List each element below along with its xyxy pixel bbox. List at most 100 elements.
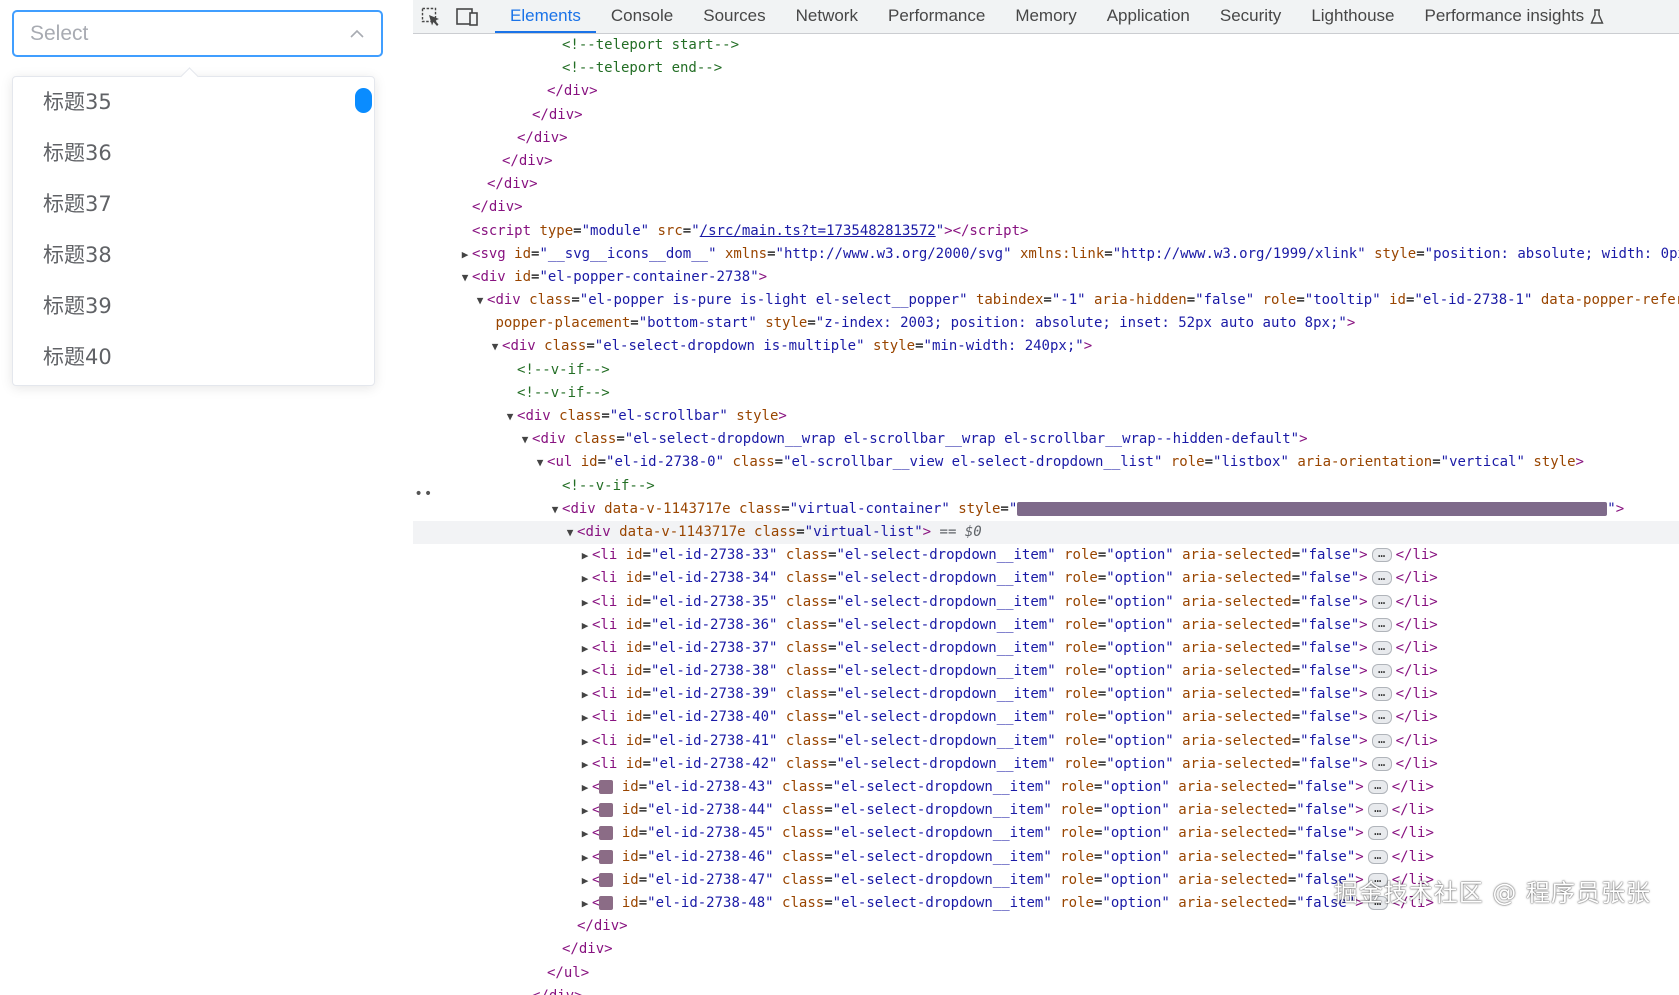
dom-node-row[interactable]: </div> — [413, 173, 1679, 196]
expand-triangle-closed-icon[interactable]: ▶ — [578, 892, 592, 915]
dom-node-row[interactable]: ▼ <ul id="el-id-2738-0" class="el-scrollb… — [413, 451, 1679, 474]
expand-triangle-closed-icon[interactable]: ▶ — [578, 846, 592, 869]
chevron-up-icon[interactable] — [349, 26, 365, 42]
script-src-link[interactable]: /src/main.ts?t=1735482813572 — [700, 223, 936, 239]
expand-triangle-closed-icon[interactable]: ▶ — [578, 822, 592, 845]
collapsed-children-icon[interactable]: … — [1367, 849, 1388, 864]
expand-triangle-closed-icon[interactable]: ▶ — [578, 706, 592, 729]
collapsed-children-icon[interactable]: … — [1367, 779, 1388, 794]
collapsed-children-icon[interactable]: … — [1367, 825, 1388, 841]
expand-triangle-closed-icon[interactable]: ▶ — [578, 614, 592, 637]
tab-lighthouse[interactable]: Lighthouse — [1296, 0, 1409, 33]
dropdown-option[interactable]: 标题40 — [13, 332, 374, 383]
dropdown-option[interactable]: 标题36 — [13, 128, 374, 179]
dom-node-row[interactable]: </div> — [413, 104, 1679, 127]
tab-performance[interactable]: Performance — [873, 0, 1000, 33]
collapsed-children-icon[interactable]: … — [1371, 547, 1392, 563]
collapsed-children-icon[interactable]: … — [1367, 802, 1388, 818]
dom-node-row[interactable]: ▶ < id="el-id-2738-46" class="el-select-d… — [413, 846, 1679, 869]
expand-triangle-closed-icon[interactable]: ▶ — [578, 730, 592, 753]
dom-node-row[interactable]: <!--v-if--> — [413, 475, 1679, 498]
expand-triangle-open-icon[interactable]: ▼ — [533, 451, 547, 474]
dom-node-row[interactable]: <!--v-if--> — [413, 359, 1679, 382]
dom-node-row[interactable]: </div> — [413, 915, 1679, 938]
tab-memory[interactable]: Memory — [1000, 0, 1091, 33]
tab-elements[interactable]: Elements — [495, 0, 596, 33]
collapsed-children-icon[interactable]: … — [1371, 686, 1392, 702]
tab-network[interactable]: Network — [781, 0, 873, 33]
dom-node-row[interactable]: ▶ <li id="el-id-2738-37" class="el-select… — [413, 637, 1679, 660]
dom-node-row[interactable]: <!--teleport end--> — [413, 57, 1679, 80]
dom-node-row[interactable]: </div> — [413, 196, 1679, 219]
dom-node-row[interactable]: ▶ <svg id="__svg__icons__dom__" xmlns="ht… — [413, 243, 1679, 266]
collapsed-children-icon[interactable]: … — [1371, 594, 1392, 609]
dom-node-row[interactable]: </div> — [413, 938, 1679, 961]
expand-triangle-open-icon[interactable]: ▼ — [458, 266, 472, 289]
expand-triangle-open-icon[interactable]: ▼ — [563, 521, 577, 544]
tab-console[interactable]: Console — [596, 0, 688, 33]
expand-triangle-closed-icon[interactable]: ▶ — [578, 567, 592, 590]
tab-performance-insights[interactable]: Performance insights — [1410, 0, 1620, 33]
collapsed-children-icon[interactable]: … — [1371, 570, 1392, 586]
dom-node-row[interactable]: <script type="module" src="/src/main.ts?… — [413, 220, 1679, 243]
expand-triangle-open-icon[interactable]: ▼ — [518, 428, 532, 451]
dom-node-row[interactable]: <!--v-if--> — [413, 382, 1679, 405]
tab-security[interactable]: Security — [1205, 0, 1296, 33]
expand-triangle-closed-icon[interactable]: ▶ — [578, 799, 592, 822]
dropdown-option[interactable]: 标题38 — [13, 230, 374, 281]
select-input[interactable]: Select — [12, 10, 383, 57]
expand-triangle-open-icon[interactable]: ▼ — [548, 498, 562, 521]
collapsed-children-icon[interactable]: … — [1371, 617, 1392, 632]
expand-triangle-closed-icon[interactable]: ▶ — [578, 637, 592, 660]
dom-node-row[interactable]: ▶ < id="el-id-2738-45" class="el-select-d… — [413, 822, 1679, 845]
expand-triangle-open-icon[interactable]: ▼ — [503, 405, 517, 428]
dom-node-row[interactable]: ▼ <div class="el-popper is-pure is-light … — [413, 289, 1679, 312]
inspect-element-icon[interactable] — [413, 0, 449, 33]
dom-node-row[interactable]: ▶ <li id="el-id-2738-33" class="el-select… — [413, 544, 1679, 567]
dom-node-row[interactable]: ▶ <li id="el-id-2738-35" class="el-select… — [413, 591, 1679, 614]
dropdown-option[interactable]: 标题35 — [13, 77, 374, 128]
dom-node-row[interactable]: </div> — [413, 150, 1679, 173]
dropdown-option[interactable]: 标题37 — [13, 179, 374, 230]
tab-application[interactable]: Application — [1092, 0, 1205, 33]
dom-node-row[interactable]: </ul> — [413, 962, 1679, 985]
expand-triangle-closed-icon[interactable]: ▶ — [578, 591, 592, 614]
dom-node-row[interactable]: <!--teleport start--> — [413, 34, 1679, 57]
device-toolbar-icon[interactable] — [449, 0, 485, 33]
expand-triangle-closed-icon[interactable]: ▶ — [578, 753, 592, 776]
expand-triangle-closed-icon[interactable]: ▶ — [578, 869, 592, 892]
collapsed-children-icon[interactable]: … — [1371, 663, 1392, 679]
expand-triangle-open-icon[interactable]: ▼ — [473, 289, 487, 312]
tab-sources[interactable]: Sources — [688, 0, 780, 33]
dom-node-row[interactable]: ▶ <li id="el-id-2738-34" class="el-select… — [413, 567, 1679, 590]
dom-node-row[interactable]: </div> — [413, 80, 1679, 103]
dropdown-option[interactable]: 标题39 — [13, 281, 374, 332]
collapsed-children-icon[interactable]: … — [1371, 640, 1392, 655]
expand-triangle-closed-icon[interactable]: ▶ — [578, 660, 592, 683]
collapsed-children-icon[interactable]: … — [1371, 709, 1392, 725]
expand-triangle-closed-icon[interactable]: ▶ — [578, 776, 592, 799]
expand-triangle-closed-icon[interactable]: ▶ — [458, 243, 472, 266]
dom-node-row[interactable]: ▶ <li id="el-id-2738-42" class="el-select… — [413, 753, 1679, 776]
collapsed-children-icon[interactable]: … — [1371, 733, 1392, 748]
dom-node-row[interactable]: ▼ <div data-v-1143717e class="virtual-lis… — [413, 520, 1679, 545]
dom-node-row[interactable]: ▼ <div id="el-popper-container-2738"> — [413, 266, 1679, 289]
dom-node-row[interactable]: ▶ <li id="el-id-2738-36" class="el-select… — [413, 614, 1679, 637]
dom-node-row[interactable]: </div> — [413, 127, 1679, 150]
collapsed-children-icon[interactable]: … — [1371, 756, 1392, 771]
expand-triangle-open-icon[interactable]: ▼ — [488, 335, 502, 358]
expand-triangle-closed-icon[interactable]: ▶ — [578, 683, 592, 706]
dropdown-scrollbar-thumb[interactable] — [355, 88, 372, 113]
dom-node-row[interactable]: ▶ <li id="el-id-2738-41" class="el-select… — [413, 730, 1679, 753]
dom-node-row[interactable]: ▶ < id="el-id-2738-43" class="el-select-d… — [413, 776, 1679, 799]
dom-node-row[interactable]: ▼ <div class="el-scrollbar" style> — [413, 405, 1679, 428]
expand-triangle-closed-icon[interactable]: ▶ — [578, 544, 592, 567]
dom-node-row[interactable]: ▼ <div data-v-1143717e class="virtual-con… — [413, 498, 1679, 521]
dom-node-row[interactable]: </div> — [413, 985, 1679, 995]
dom-node-row[interactable]: ▶ <li id="el-id-2738-38" class="el-select… — [413, 660, 1679, 683]
dom-node-row[interactable]: ▼ <div class="el-select-dropdown__wrap el… — [413, 428, 1679, 451]
dom-node-row[interactable]: ▼ <div class="el-select-dropdown is-multi… — [413, 335, 1679, 358]
dom-node-row[interactable]: ▶ < id="el-id-2738-44" class="el-select-d… — [413, 799, 1679, 822]
dom-node-row[interactable]: ▶ <li id="el-id-2738-39" class="el-select… — [413, 683, 1679, 706]
dom-node-row[interactable]: popper-placement="bottom-start" style="z… — [413, 312, 1679, 335]
